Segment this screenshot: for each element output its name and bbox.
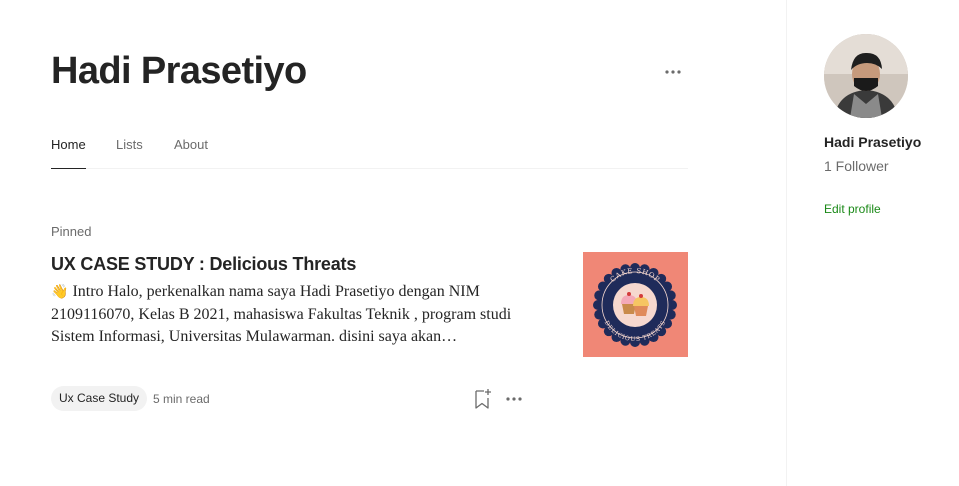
post-title[interactable]: UX CASE STUDY : Delicious Threats (51, 254, 551, 275)
profile-more-button[interactable] (661, 60, 685, 84)
more-horizontal-icon (665, 70, 681, 74)
profile-page: Hadi Prasetiyo Home Lists About Pinned U… (0, 0, 959, 486)
pinned-label: Pinned (51, 224, 92, 239)
follower-count[interactable]: 1 Follower (824, 158, 889, 174)
avatar-photo (824, 34, 908, 118)
post-meta: Ux Case Study 5 min read (51, 386, 531, 412)
tab-home[interactable]: Home (51, 137, 86, 152)
post-thumbnail[interactable]: CAKE SHOP DELICIOUS TREATS (583, 252, 688, 357)
cake-shop-logo: CAKE SHOP DELICIOUS TREATS (593, 263, 677, 347)
sidebar: Hadi Prasetiyo 1 Follower Edit profile (786, 0, 959, 486)
more-horizontal-icon (506, 397, 522, 401)
read-time: 5 min read (153, 392, 210, 406)
post-more-button[interactable] (502, 387, 526, 411)
post-excerpt-text: Intro Halo, perkenalkan nama saya Hadi P… (51, 283, 512, 345)
bookmark-add-icon (475, 389, 491, 409)
sidebar-name[interactable]: Hadi Prasetiyo (824, 134, 921, 150)
waving-hand-emoji: 👋 (51, 284, 69, 300)
avatar[interactable] (824, 34, 908, 118)
tab-about[interactable]: About (174, 137, 208, 152)
page-title: Hadi Prasetiyo (51, 50, 307, 92)
tag-chip[interactable]: Ux Case Study (51, 386, 148, 411)
profile-tabs: Home Lists About (51, 128, 688, 169)
active-tab-indicator (51, 168, 86, 169)
edit-profile-link[interactable]: Edit profile (824, 202, 881, 216)
tab-lists[interactable]: Lists (116, 137, 143, 152)
post-excerpt[interactable]: 👋 Intro Halo, perkenalkan nama saya Hadi… (51, 281, 551, 349)
bookmark-button[interactable] (472, 387, 494, 411)
main-column: Hadi Prasetiyo Home Lists About Pinned U… (51, 0, 688, 486)
